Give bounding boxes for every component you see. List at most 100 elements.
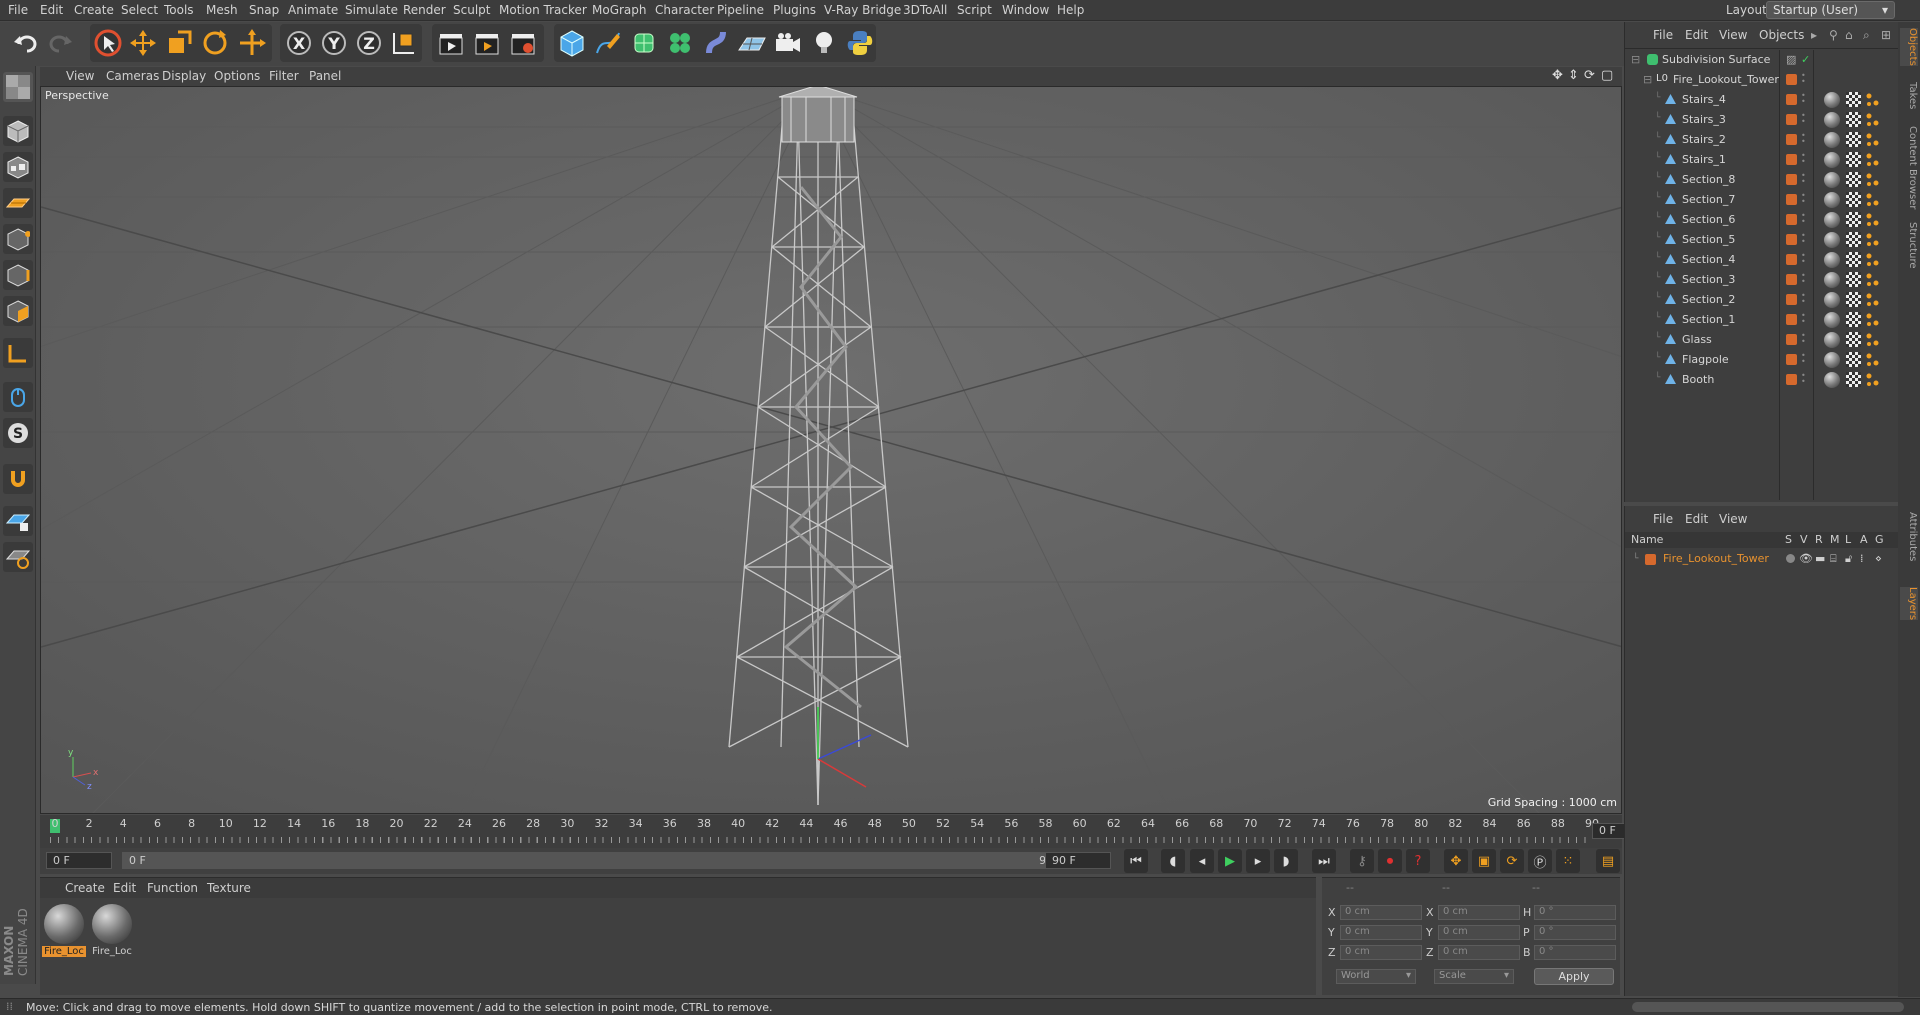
eye-icon[interactable]: 👁 <box>1799 552 1813 565</box>
layer-color-swatch[interactable] <box>1786 94 1797 105</box>
model-mode-button[interactable] <box>3 116 33 146</box>
material-menu-function[interactable]: Function <box>147 881 198 895</box>
col-manager[interactable]: M <box>1830 533 1840 546</box>
play-button[interactable]: ▶ <box>1218 849 1242 873</box>
rot-b-field[interactable]: 0 ° <box>1534 945 1616 960</box>
layer-color-swatch[interactable] <box>1786 194 1797 205</box>
start-frame-field[interactable]: 0 F <box>46 852 112 869</box>
phong-tag-icon[interactable] <box>1865 372 1881 388</box>
material-tag-icon[interactable] <box>1824 232 1840 248</box>
python-script-button[interactable] <box>844 25 876 61</box>
tab-takes[interactable]: Takes <box>1900 82 1918 109</box>
end-frame-field[interactable]: 90 F <box>1045 852 1111 869</box>
camera-object-button[interactable] <box>772 25 804 61</box>
coord-scale-select[interactable]: Scale ▾ <box>1434 969 1514 984</box>
uvw-tag-icon[interactable] <box>1846 192 1861 207</box>
phong-tag-icon[interactable] <box>1865 272 1881 288</box>
menu-more-arrow-icon[interactable]: ▸ <box>1811 28 1817 42</box>
undo-button[interactable] <box>10 25 42 61</box>
material-tag-icon[interactable] <box>1824 152 1840 168</box>
menu-simulate[interactable]: Simulate <box>345 3 398 17</box>
x-axis-lock-button[interactable]: X <box>283 25 315 61</box>
material-tag-icon[interactable] <box>1824 192 1840 208</box>
menu-3dtoall[interactable]: 3DToAll <box>903 3 947 17</box>
planar-workplane-button[interactable] <box>3 542 33 572</box>
material-tag-icon[interactable] <box>1824 272 1840 288</box>
uvw-tag-icon[interactable] <box>1846 292 1861 307</box>
previous-key-button[interactable]: ◖ <box>1161 849 1185 873</box>
layer-color-swatch[interactable] <box>1786 114 1797 125</box>
scale-tool-button[interactable] <box>163 25 195 61</box>
menu-snap[interactable]: Snap <box>249 3 279 17</box>
collapse-toggle-icon[interactable]: ⊟ <box>1643 73 1652 86</box>
redo-button[interactable] <box>44 25 76 61</box>
menu-animate[interactable]: Animate <box>288 3 338 17</box>
tab-structure[interactable]: Structure <box>1900 222 1918 269</box>
autokey-button[interactable]: ⏺ <box>1378 849 1402 873</box>
generator-icon[interactable]: ⋄ <box>1875 552 1882 565</box>
phong-tag-icon[interactable] <box>1865 332 1881 348</box>
phong-tag-icon[interactable] <box>1865 192 1881 208</box>
object-row[interactable]: └ Booth • • <box>1625 370 1899 390</box>
uvw-tag-icon[interactable] <box>1846 272 1861 287</box>
uvw-tag-icon[interactable] <box>1846 132 1861 147</box>
layer-color-swatch[interactable] <box>1786 234 1797 245</box>
visibility-dots[interactable]: • • <box>1801 352 1806 367</box>
uvw-tag-icon[interactable] <box>1846 92 1861 107</box>
size-x-field[interactable]: 0 cm <box>1438 905 1520 920</box>
snapping-button[interactable]: S <box>3 418 33 448</box>
material-tag-icon[interactable] <box>1824 112 1840 128</box>
tab-content-browser[interactable]: Content Browser <box>1900 126 1918 209</box>
pos-y-field[interactable]: 0 cm <box>1340 925 1422 940</box>
points-mode-button[interactable] <box>3 224 33 254</box>
phong-tag-icon[interactable] <box>1865 212 1881 228</box>
coord-mode-select[interactable]: World ▾ <box>1336 969 1416 984</box>
locked-workplane-button[interactable] <box>3 506 33 536</box>
apply-button[interactable]: Apply <box>1534 968 1614 985</box>
cube-object-button[interactable] <box>556 25 588 61</box>
visibility-dots[interactable]: • • <box>1801 172 1806 187</box>
object-row-root[interactable]: ⊟ Subdivision Surface ▨ ✓ <box>1625 50 1899 70</box>
key-rotation-button[interactable]: ⟳ <box>1500 849 1524 873</box>
key-parameter-button[interactable]: Ⓟ <box>1528 849 1552 873</box>
menu-render[interactable]: Render <box>403 3 446 17</box>
col-render[interactable]: R <box>1815 533 1823 546</box>
polygons-mode-button[interactable] <box>3 296 33 326</box>
enabled-check-icon[interactable]: ✓ <box>1801 53 1810 66</box>
menu-sculpt[interactable]: Sculpt <box>453 3 490 17</box>
material-tag-icon[interactable] <box>1824 212 1840 228</box>
render-settings-button[interactable] <box>507 25 539 61</box>
deformer-button[interactable] <box>700 25 732 61</box>
menu-window[interactable]: Window <box>1002 3 1049 17</box>
object-row[interactable]: └ Section_8 • • <box>1625 170 1899 190</box>
key-position-button[interactable]: ✥ <box>1444 849 1468 873</box>
viewport-menu-filter[interactable]: Filter <box>269 69 299 83</box>
z-axis-lock-button[interactable]: Z <box>353 25 385 61</box>
object-menu-edit[interactable]: Edit <box>1685 28 1708 42</box>
uvw-tag-icon[interactable] <box>1846 352 1861 367</box>
object-menu-objects[interactable]: Objects <box>1759 28 1804 42</box>
material-menu-texture[interactable]: Texture <box>207 881 251 895</box>
render-view-button[interactable] <box>435 25 467 61</box>
object-row[interactable]: └ Stairs_4 • • <box>1625 90 1899 110</box>
viewport-menu-view[interactable]: View <box>66 69 94 83</box>
material-tag-icon[interactable] <box>1824 92 1840 108</box>
object-row-group[interactable]: ⊟ L0 Fire_Lookout_Tower • • <box>1625 70 1899 90</box>
pos-x-field[interactable]: 0 cm <box>1340 905 1422 920</box>
col-animation[interactable]: A <box>1860 533 1868 546</box>
material-menu-create[interactable]: Create <box>65 881 105 895</box>
rot-h-field[interactable]: 0 ° <box>1534 905 1616 920</box>
menu-character[interactable]: Character <box>655 3 714 17</box>
object-menu-file[interactable]: File <box>1653 28 1673 42</box>
menu-script[interactable]: Script <box>957 3 992 17</box>
uvw-tag-icon[interactable] <box>1846 332 1861 347</box>
menu-help[interactable]: Help <box>1057 3 1084 17</box>
object-row[interactable]: └ Section_5 • • <box>1625 230 1899 250</box>
layer-color-swatch[interactable] <box>1786 154 1797 165</box>
phong-tag-icon[interactable] <box>1865 292 1881 308</box>
object-row[interactable]: └ Section_6 • • <box>1625 210 1899 230</box>
tab-layers[interactable]: Layers <box>1900 587 1918 621</box>
visibility-dots[interactable]: • • <box>1801 112 1806 127</box>
subdivision-surface-button[interactable] <box>628 25 660 61</box>
layer-color-swatch[interactable] <box>1786 314 1797 325</box>
